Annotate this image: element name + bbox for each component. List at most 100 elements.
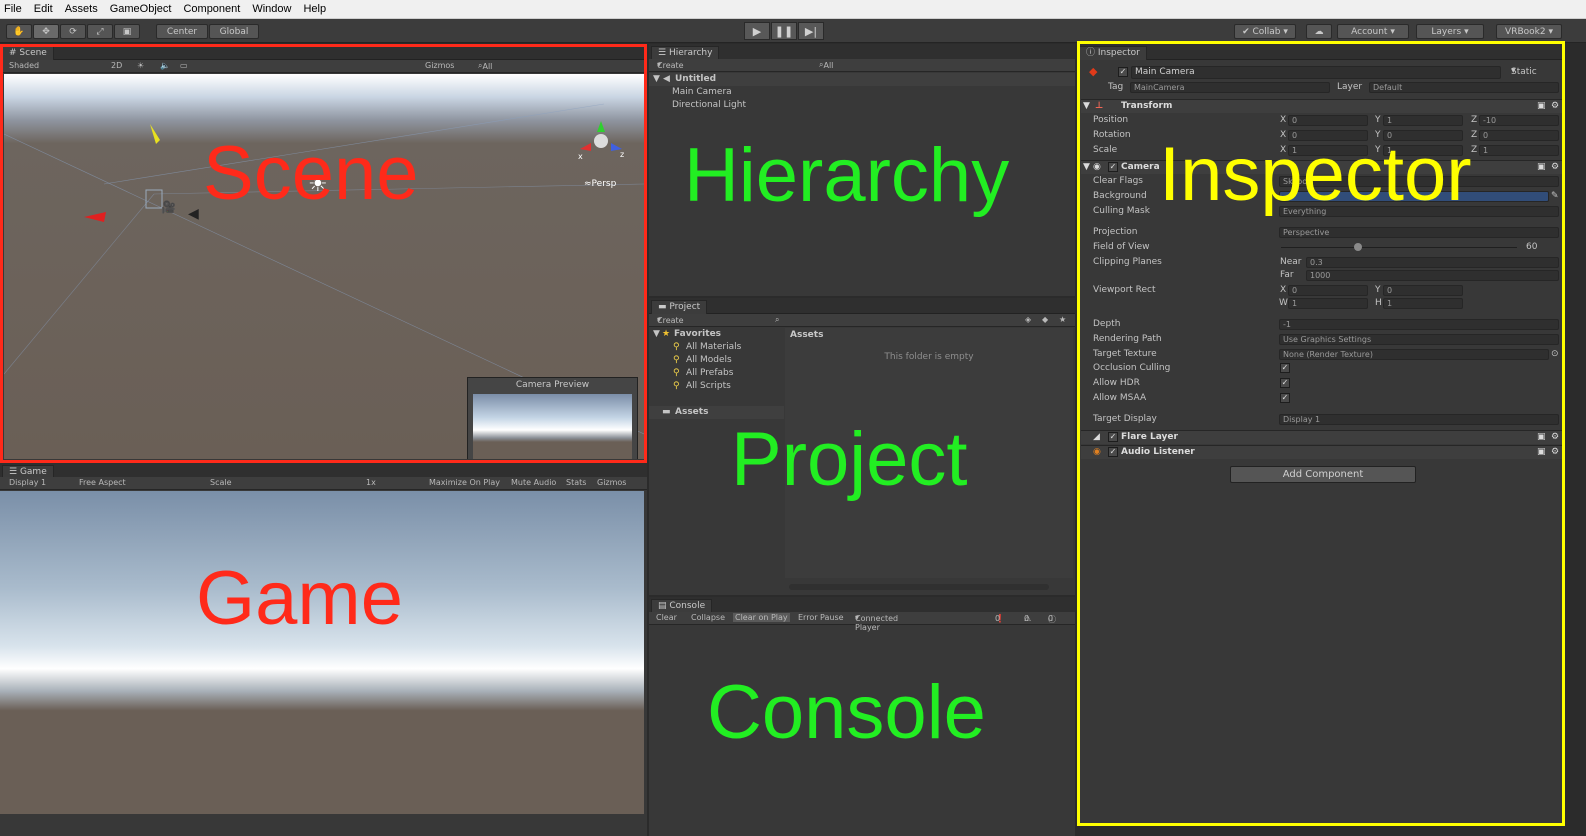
project-search[interactable]: ⌕ [775,315,779,325]
scale-z-field[interactable]: 1 [1479,145,1559,156]
audio-listener-checkbox[interactable]: ✓ [1108,447,1118,457]
menu-assets[interactable]: Assets [65,3,98,15]
filter-type-icon[interactable]: ◈ [1025,315,1031,324]
tab-console[interactable]: ▤ Console [651,599,713,613]
maximize-on-play-toggle[interactable]: Maximize On Play [429,478,500,487]
hierarchy-item[interactable]: Main Camera [649,86,1075,99]
position-y-field[interactable]: 1 [1383,115,1463,126]
fov-slider-track[interactable] [1281,247,1517,248]
viewport-y-field[interactable]: 0 [1383,285,1463,296]
gear-icon[interactable]: ⚙ [1551,162,1559,172]
connected-player-dropdown[interactable]: Connected Player ▾ [855,613,898,632]
scene-root-row[interactable]: ▼ ◀ Untitled [649,73,1075,86]
msaa-checkbox[interactable]: ✓ [1280,393,1290,403]
favorite-item[interactable]: ⚲ All Prefabs [649,367,784,380]
viewport-h-field[interactable]: 1 [1383,298,1463,309]
rotation-z-field[interactable]: 0 [1479,130,1559,141]
projection-dropdown[interactable]: Perspective [1279,227,1559,238]
menu-edit[interactable]: Edit [34,3,53,15]
gear-icon[interactable]: ⚙ [1551,432,1559,442]
menu-gameobject[interactable]: GameObject [110,3,172,15]
hand-tool-button[interactable]: ✋ [6,24,32,39]
scene-search[interactable]: ⌕ All [478,61,492,71]
flare-layer-checkbox[interactable]: ✓ [1108,432,1118,442]
eyedropper-icon[interactable]: ✎ [1551,191,1559,201]
target-texture-field[interactable]: None (Render Texture) [1279,349,1549,360]
position-x-field[interactable]: 0 [1288,115,1368,126]
help-icon[interactable]: ▣ [1537,447,1546,457]
move-tool-button[interactable]: ✥ [33,24,59,39]
add-component-button[interactable]: Add Component [1230,466,1416,483]
target-display-dropdown[interactable]: Display 1 [1279,414,1559,425]
pause-button[interactable]: ❚❚ [771,22,797,40]
effects-icon[interactable]: ▭ [180,61,188,70]
hierarchy-create-button[interactable]: Create ▾ [657,60,684,70]
pivot-toggle[interactable]: Center [156,24,208,39]
collapse-toggle[interactable]: Collapse [691,613,725,622]
account-dropdown[interactable]: Account ▾ [1337,24,1409,39]
orientation-gizmo[interactable]: x z [576,119,626,161]
menu-help[interactable]: Help [303,3,326,15]
object-picker-icon[interactable]: ⊙ [1551,349,1559,359]
depth-field[interactable]: -1 [1279,319,1559,330]
fov-slider-thumb[interactable] [1354,243,1362,251]
audio-listener-header[interactable]: ◉ ✓ Audio Listener ▣ ⚙ [1081,445,1563,459]
layout-dropdown[interactable]: VRBook2 ▾ [1496,24,1562,39]
shading-dropdown[interactable]: Shaded [9,61,39,70]
gear-icon[interactable]: ⚙ [1551,101,1559,111]
viewport-w-field[interactable]: 1 [1288,298,1368,309]
favorite-star-icon[interactable]: ★ [1059,315,1066,324]
static-toggle[interactable]: Static ▾ [1511,66,1537,77]
menu-component[interactable]: Component [183,3,240,15]
project-create-button[interactable]: Create ▾ [657,315,684,325]
thumbnail-size-slider[interactable] [789,584,1049,590]
favorite-item[interactable]: ⚲ All Scripts [649,380,784,393]
far-field[interactable]: 1000 [1306,270,1559,281]
scene-gizmos-dropdown[interactable]: Gizmos [425,61,454,70]
display-dropdown[interactable]: Display 1 [9,478,46,487]
hierarchy-search[interactable]: ⌕ All [819,60,833,70]
aspect-dropdown[interactable]: Free Aspect [79,478,126,487]
mute-audio-toggle[interactable]: Mute Audio [511,478,556,487]
tab-scene[interactable]: # Scene [2,46,54,60]
tab-hierarchy[interactable]: ☰ Hierarchy [651,46,720,60]
hierarchy-item[interactable]: Directional Light [649,99,1075,112]
favorite-item[interactable]: ⚲ All Materials [649,341,784,354]
stats-toggle[interactable]: Stats [566,478,586,487]
viewport-x-field[interactable]: 0 [1288,285,1368,296]
clear-on-play-toggle[interactable]: Clear on Play [733,613,790,622]
flare-layer-header[interactable]: ◢ ✓ Flare Layer ▣ ⚙ [1081,430,1563,444]
near-field[interactable]: 0.3 [1306,257,1559,268]
collab-dropdown[interactable]: ✔ Collab ▾ [1234,24,1296,39]
cloud-button[interactable]: ☁ [1306,24,1332,39]
fov-value[interactable]: 60 [1526,242,1537,252]
menu-window[interactable]: Window [252,3,291,15]
filter-label-icon[interactable]: ◆ [1042,315,1048,324]
gear-icon[interactable]: ⚙ [1551,447,1559,457]
lighting-icon[interactable]: ☀ [137,61,144,70]
help-icon[interactable]: ▣ [1537,162,1546,172]
play-button[interactable]: ▶ [744,22,770,40]
favorites-row[interactable]: ▼ ★ Favorites [649,328,784,341]
game-gizmos-dropdown[interactable]: Gizmos [597,478,626,487]
rect-tool-button[interactable]: ▣ [114,24,140,39]
help-icon[interactable]: ▣ [1537,101,1546,111]
hdr-checkbox[interactable]: ✓ [1280,378,1290,388]
rotate-tool-button[interactable]: ⟳ [60,24,86,39]
step-button[interactable]: ▶| [798,22,824,40]
object-name-field[interactable]: Main Camera [1131,66,1501,79]
mode-2d-toggle[interactable]: 2D [111,61,122,70]
tab-project[interactable]: ▬ Project [651,300,708,314]
layer-dropdown[interactable]: Default [1369,82,1559,93]
tag-dropdown[interactable]: MainCamera [1130,82,1330,93]
scale-tool-button[interactable]: ⤢ [87,24,113,39]
transform-header[interactable]: ▼ ⊥ Transform ▣ ⚙ [1081,99,1563,113]
active-checkbox[interactable]: ✓ [1118,67,1128,77]
favorite-item[interactable]: ⚲ All Models [649,354,784,367]
help-icon[interactable]: ▣ [1537,432,1546,442]
game-viewport[interactable] [0,491,644,814]
console-clear-button[interactable]: Clear [656,613,677,622]
occlusion-checkbox[interactable]: ✓ [1280,363,1290,373]
space-toggle[interactable]: Global [209,24,259,39]
audio-icon[interactable]: 🔈 [160,61,170,70]
